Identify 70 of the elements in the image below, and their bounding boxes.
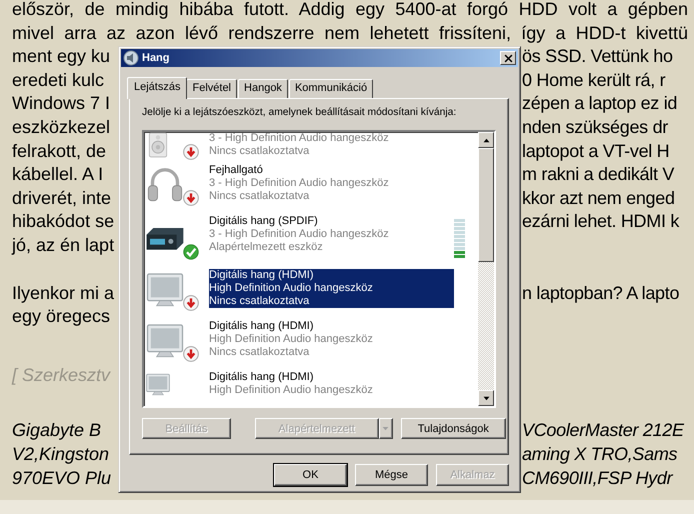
text-line: kábellel. A I [11, 163, 104, 186]
device-detail: High Definition Audio hangeszköz [209, 282, 454, 296]
text-line: egy öregecs [11, 305, 110, 328]
caret-icon [382, 425, 390, 432]
device-item[interactable]: Fejhallgató 3 - High Definition Audio hangeszköz Nincs csatlakoztatva [145, 161, 478, 212]
text-line: nden szükséges dr [521, 116, 668, 139]
device-detail: High Definition Audio hangeszköz [209, 333, 374, 346]
text-line: ös SSD. Vettünk ho [521, 45, 673, 68]
device-detail: Nincs csatlakoztatva [209, 145, 310, 158]
text-line: kkor azt nem enged [521, 186, 675, 210]
text-line: eszközkezel [11, 116, 110, 139]
text-line: n laptopban? A lapto [521, 282, 680, 305]
tab[interactable]: Kommunikáció [288, 79, 374, 98]
up-arrow-icon [482, 136, 490, 144]
tab[interactable]: Felvétel [186, 79, 238, 98]
device-detail: Nincs csatlakoztatva [209, 295, 454, 308]
button[interactable]: OK [274, 464, 347, 486]
device-name: Fejhallgató [209, 164, 264, 178]
device-detail: High Definition Audio hangeszköz [209, 384, 374, 398]
text-line: ment egy ku [11, 45, 110, 68]
text-line: CM690III,FSP Hydr [521, 466, 672, 490]
edit-note: [ Szerkesztv [10, 364, 110, 387]
close-icon [504, 54, 512, 62]
device-detail: 3 - High Definition Audio hangeszköz [209, 177, 390, 190]
text-line: 970EVO Plu [11, 466, 112, 490]
scroll-up-button[interactable] [478, 132, 494, 148]
device-name: Digitális hang (HDMI) [209, 320, 315, 334]
text-line: laptopot a VT-vel H [521, 140, 670, 163]
button[interactable]: Tulajdonságok [400, 418, 506, 440]
device-name: Digitális hang (HDMI) [209, 371, 315, 384]
device-item[interactable]: Digitális hang (SPDIF) 3 - High Definition Audio hangeszköz Alapértelmezett eszköz [145, 212, 478, 266]
scroll-down-button[interactable] [478, 390, 494, 406]
instruction-text: Jelölje ki a lejátszóeszközt, amelynek beállításait módosítani kívánja: [142, 106, 458, 120]
text-line: eredeti kulc [11, 68, 104, 92]
text-line: ezárni lehet. HDMI k [521, 210, 680, 234]
speaker-icon [123, 50, 139, 66]
button[interactable]: Mégse [355, 464, 428, 486]
text-line: 0 Home került rá, r [521, 68, 666, 92]
device-detail: Nincs csatlakoztatva [209, 346, 310, 360]
text-line: V2,Kingston [11, 442, 110, 466]
text-line: jó, az én lapt [10, 234, 114, 257]
device-detail: Nincs csatlakoztatva [209, 190, 310, 204]
text-line: Gigabyte B [11, 419, 102, 442]
text-line: VCoolerMaster 212E [521, 419, 684, 442]
device-item[interactable]: Digitális hang (HDMI) High Definition Audio hangeszköz [145, 368, 478, 406]
device-item[interactable]: Digitális hang (HDMI) High Definition Audio hangeszköz Nincs csatlakoztatva [145, 266, 478, 318]
text-line: hibakódot se [11, 210, 114, 234]
tab[interactable]: Hangok [238, 79, 288, 98]
text-line: driverét, inte [11, 186, 112, 210]
close-button[interactable] [500, 51, 516, 65]
window-title: Hang [142, 50, 170, 66]
text-line: m rakni a dedikált V [521, 163, 674, 186]
text-line: aming X TRO,Sams [521, 442, 678, 466]
device-item[interactable]: Digitális hang (HDMI) High Definition Audio hangeszköz Nincs csatlakoztatva [145, 317, 478, 368]
text-line: zépen a laptop ez id [521, 92, 678, 116]
text-line: először, de mindig hibába futott. Addig egy 5400-at forgó HDD volt a gépben [12, 0, 688, 21]
device-detail: 3 - High Definition Audio hangeszköz [209, 228, 390, 242]
device-name: Digitális hang (SPDIF) [209, 215, 319, 228]
down-arrow-icon [482, 394, 490, 402]
monitor-icon [145, 371, 171, 398]
text-line: Ilyenkor mi a [11, 282, 114, 305]
device-name: Digitális hang (HDMI) [209, 269, 454, 282]
device-detail: 3 - High Definition Audio hangeszköz [209, 132, 390, 146]
text-line: felrakott, de [11, 140, 106, 163]
device-item[interactable]: 3 - High Definition Audio hangeszköz Nincs csatlakoztatva [145, 132, 478, 162]
device-detail: Alapértelmezett eszköz [209, 241, 324, 254]
text-line: mivel arra az azon lévő rendszerre nem lehetett frissíteni, így a HDD-t kivettü [12, 22, 688, 45]
tab[interactable]: Lejátszás [127, 77, 188, 99]
text-line: Windows 7 I [11, 92, 110, 116]
scrollbar-thumb[interactable] [478, 148, 494, 262]
